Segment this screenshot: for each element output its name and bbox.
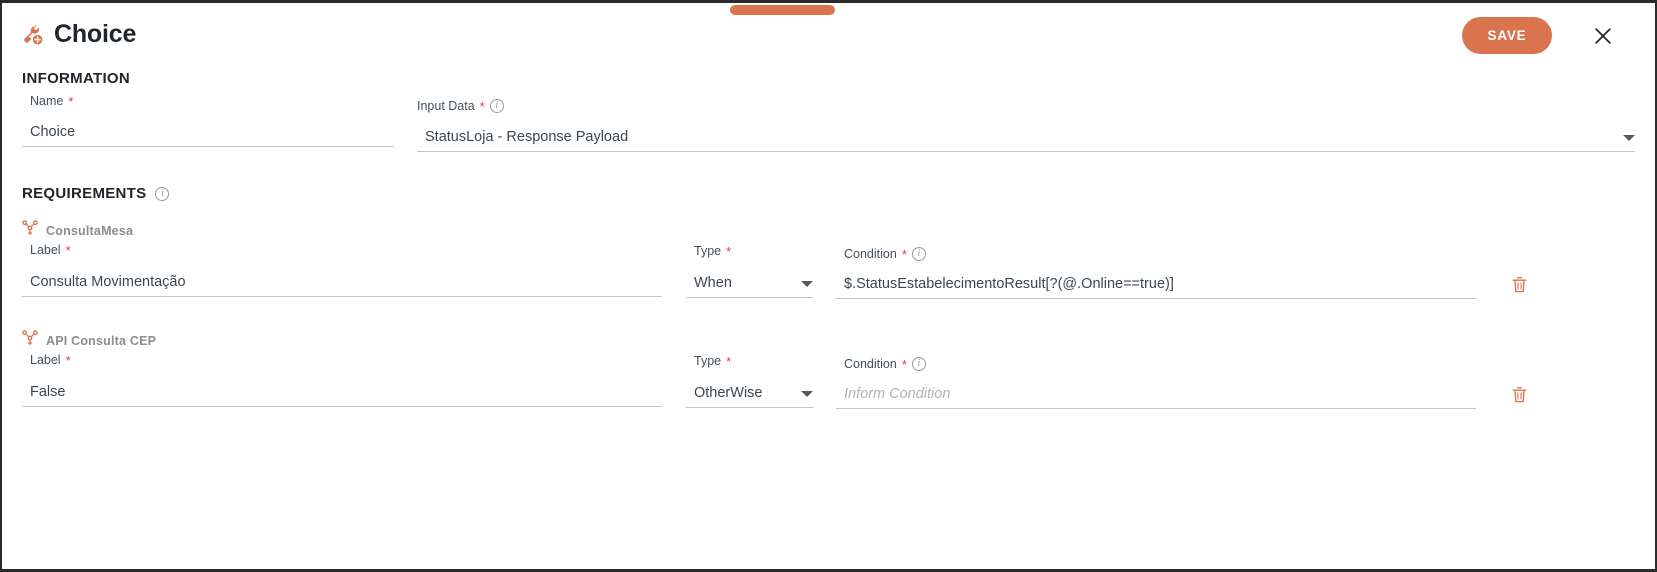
requirement-label-caption: Label * — [22, 243, 662, 257]
requirement-type-caption: Type * — [686, 244, 813, 258]
panel-header: Choice SAVE — [0, 3, 1657, 65]
node-tree-plus-icon — [22, 220, 38, 241]
required-indicator: * — [902, 248, 907, 261]
section-header-requirements: REQUIREMENTS i — [22, 185, 169, 202]
info-icon[interactable]: i — [912, 357, 926, 371]
requirement-type-caption: Type * — [686, 354, 813, 368]
info-icon[interactable]: i — [912, 247, 926, 261]
input-data-field-label: Input Data * i — [417, 99, 1635, 113]
name-field-underline — [22, 146, 394, 147]
page-title: Choice — [54, 20, 136, 49]
requirement-label-input[interactable]: Consulta Movimentação — [22, 257, 662, 296]
trash-icon[interactable] — [1510, 274, 1530, 296]
close-icon[interactable] — [1589, 22, 1617, 50]
trash-icon[interactable] — [1510, 384, 1530, 406]
window-left-border — [0, 0, 2, 572]
required-indicator: * — [902, 358, 907, 371]
name-field-label: Name * — [22, 94, 394, 108]
requirement-condition-input[interactable]: Inform Condition — [836, 371, 1476, 408]
requirement-source-group: ConsultaMesa — [22, 220, 133, 241]
info-icon[interactable]: i — [490, 99, 504, 113]
requirement-label-underline — [22, 296, 662, 297]
requirement-condition-field[interactable]: Condition * i Inform Condition — [836, 357, 1476, 409]
requirement-condition-underline — [836, 298, 1476, 299]
requirement-condition-caption: Condition * i — [836, 247, 1476, 261]
save-button[interactable]: SAVE — [1462, 17, 1552, 54]
requirement-type-underline — [686, 407, 813, 408]
required-indicator: * — [726, 245, 731, 258]
requirement-type-field[interactable]: Type * OtherWise — [686, 354, 813, 408]
required-indicator: * — [480, 100, 485, 113]
panel-title-group: Choice — [22, 20, 136, 49]
requirement-source-name: ConsultaMesa — [46, 224, 133, 238]
input-data-select-value[interactable]: StatusLoja - Response Payload — [417, 113, 628, 151]
requirement-type-select-value[interactable]: When — [686, 258, 732, 297]
name-input[interactable]: Choice — [22, 108, 394, 146]
required-indicator: * — [68, 95, 73, 108]
wrench-plus-icon — [22, 24, 44, 46]
requirement-label-caption: Label * — [22, 353, 662, 367]
requirement-condition-input[interactable]: $.StatusEstabelecimentoResult[?(@.Online… — [836, 261, 1476, 298]
required-indicator: * — [66, 354, 71, 367]
requirement-label-field[interactable]: Label * Consulta Movimentação — [22, 243, 662, 297]
chevron-down-icon[interactable] — [801, 281, 813, 287]
requirement-condition-underline — [836, 408, 1476, 409]
requirement-label-input[interactable]: False — [22, 367, 662, 406]
requirement-condition-field[interactable]: Condition * i $.StatusEstabelecimentoRes… — [836, 247, 1476, 299]
input-data-field-underline — [417, 151, 1635, 152]
required-indicator: * — [66, 244, 71, 257]
section-title-information: INFORMATION — [22, 70, 130, 87]
requirement-source-name: API Consulta CEP — [46, 334, 156, 348]
requirement-label-underline — [22, 406, 662, 407]
section-title-requirements: REQUIREMENTS — [22, 185, 146, 202]
requirement-type-select-value[interactable]: OtherWise — [686, 368, 763, 407]
requirement-type-field[interactable]: Type * When — [686, 244, 813, 298]
node-tree-plus-icon — [22, 330, 38, 351]
requirement-type-underline — [686, 297, 813, 298]
chevron-down-icon[interactable] — [1623, 135, 1635, 141]
requirement-condition-caption: Condition * i — [836, 357, 1476, 371]
name-field[interactable]: Name * Choice — [22, 94, 394, 147]
input-data-field[interactable]: Input Data * i StatusLoja - Response Pay… — [417, 99, 1635, 152]
required-indicator: * — [726, 355, 731, 368]
requirement-source-group: API Consulta CEP — [22, 330, 156, 351]
chevron-down-icon[interactable] — [801, 391, 813, 397]
info-icon[interactable]: i — [155, 187, 169, 201]
requirement-label-field[interactable]: Label * False — [22, 353, 662, 407]
